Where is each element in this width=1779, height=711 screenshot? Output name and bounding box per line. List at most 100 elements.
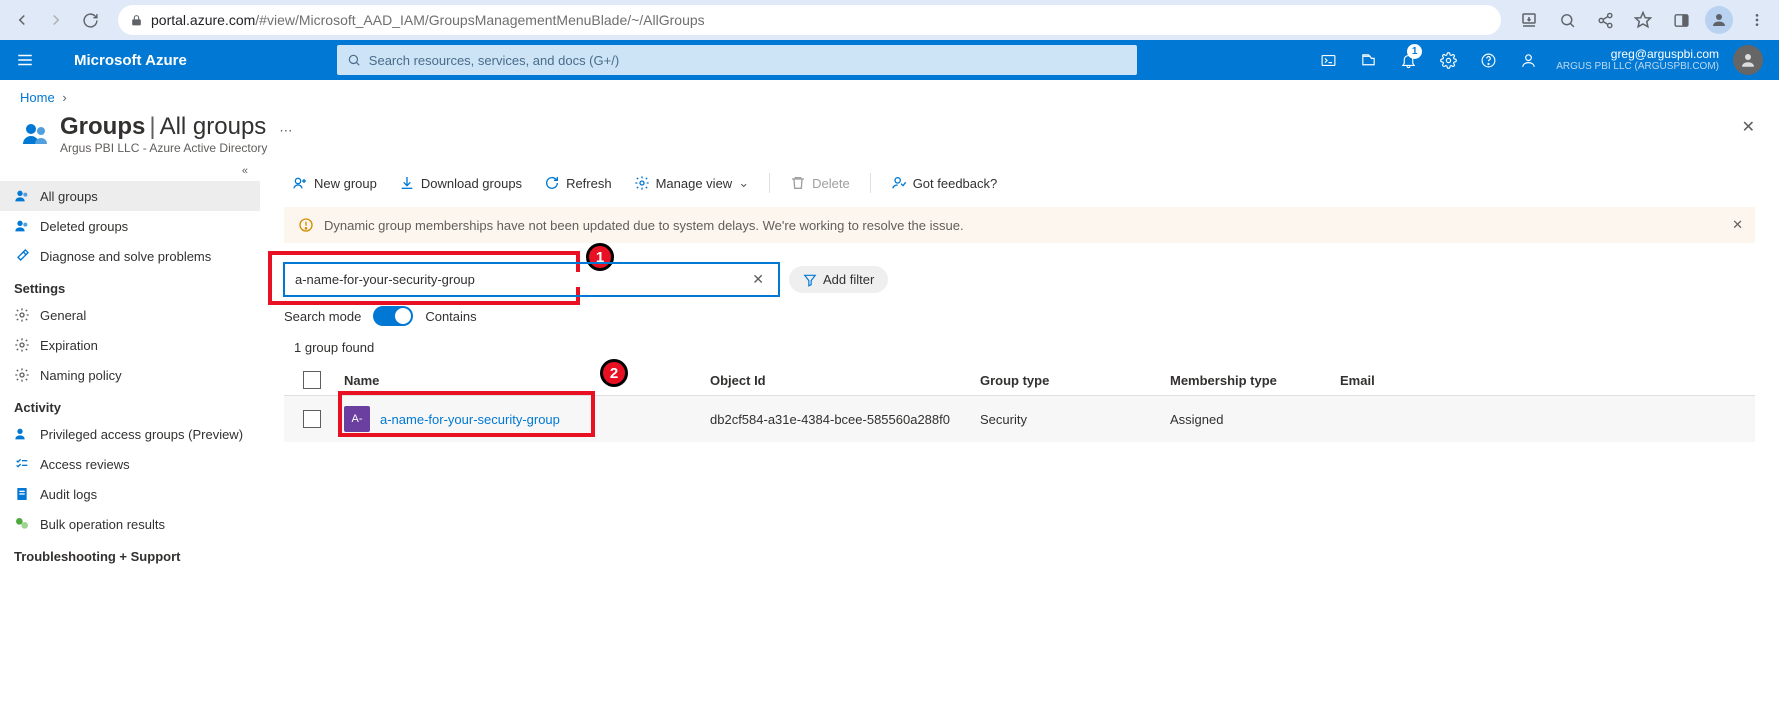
- close-blade-button[interactable]: ✕: [1742, 117, 1755, 137]
- search-mode-value: Contains: [425, 309, 476, 324]
- filter-icon: [803, 273, 817, 287]
- user-avatar[interactable]: [1733, 45, 1763, 75]
- toolbar-label: Got feedback?: [913, 176, 998, 191]
- page-title-sub: All groups: [160, 113, 267, 140]
- back-button[interactable]: [8, 6, 36, 34]
- people-icon: [14, 426, 30, 442]
- cloud-shell-button[interactable]: [1308, 40, 1348, 80]
- sidebar-item-diagnose[interactable]: Diagnose and solve problems: [0, 241, 260, 271]
- clear-search-button[interactable]: ✕: [748, 271, 768, 288]
- column-header-grouptype[interactable]: Group type: [980, 373, 1170, 388]
- page-header: Groups|All groups Argus PBI LLC - Azure …: [0, 109, 1779, 163]
- cell-grouptype: Security: [980, 412, 1170, 427]
- group-avatar: A-: [344, 406, 370, 432]
- people-icon: [14, 218, 30, 234]
- browser-actions: [1515, 6, 1771, 34]
- sidebar-item-expiration[interactable]: Expiration: [0, 330, 260, 360]
- trash-icon: [790, 175, 806, 191]
- sidebar-section-activity: Activity: [0, 390, 260, 419]
- sidebar-item-label: Expiration: [40, 338, 98, 353]
- result-count: 1 group found: [284, 334, 1755, 365]
- checklist-icon: [14, 456, 30, 472]
- add-filter-label: Add filter: [823, 272, 874, 287]
- brand-label[interactable]: Microsoft Azure: [74, 52, 187, 69]
- filter-row: 1 ✕ Add filter: [284, 263, 1755, 296]
- feedback-icon-button[interactable]: [1508, 40, 1548, 80]
- feedback-button[interactable]: Got feedback?: [883, 171, 1006, 195]
- gear-icon: [634, 175, 650, 191]
- profile-button[interactable]: [1705, 6, 1733, 34]
- download-groups-button[interactable]: Download groups: [391, 171, 530, 195]
- directories-button[interactable]: [1348, 40, 1388, 80]
- reload-button[interactable]: [76, 6, 104, 34]
- groups-table: Name Object Id Group type Membership typ…: [284, 365, 1755, 442]
- url-bar[interactable]: portal.azure.com/#view/Microsoft_AAD_IAM…: [118, 5, 1501, 35]
- page-subtitle: Argus PBI LLC - Azure Active Directory: [60, 141, 267, 155]
- share-button[interactable]: [1591, 6, 1619, 34]
- breadcrumb: Home ›: [0, 80, 1779, 109]
- sidebar-item-deleted-groups[interactable]: Deleted groups: [0, 211, 260, 241]
- delete-button: Delete: [782, 171, 858, 195]
- select-all-checkbox[interactable]: [303, 371, 321, 389]
- column-header-email[interactable]: Email: [1340, 373, 1755, 388]
- toolbar-label: Manage view: [656, 176, 733, 191]
- help-button[interactable]: [1468, 40, 1508, 80]
- hamburger-menu[interactable]: [16, 51, 34, 69]
- feedback-icon: [891, 175, 907, 191]
- gear-icon: [14, 367, 30, 383]
- sidebar-item-label: General: [40, 308, 86, 323]
- sidebar-item-bulk-results[interactable]: Bulk operation results: [0, 509, 260, 539]
- sidebar-item-label: Access reviews: [40, 457, 130, 472]
- menu-button[interactable]: [1743, 6, 1771, 34]
- chevron-down-icon: ⌄: [738, 175, 749, 191]
- manage-view-button[interactable]: Manage view ⌄: [626, 171, 758, 195]
- add-filter-button[interactable]: Add filter: [789, 266, 888, 293]
- forward-button: [42, 6, 70, 34]
- group-search-input[interactable]: [295, 272, 748, 287]
- alert-close-button[interactable]: ✕: [1732, 217, 1743, 233]
- column-header-membership[interactable]: Membership type: [1170, 373, 1340, 388]
- toolbar-label: Download groups: [421, 176, 522, 191]
- table-row[interactable]: A- a-name-for-your-security-group db2cf5…: [284, 396, 1755, 442]
- settings-button[interactable]: [1428, 40, 1468, 80]
- notifications-button[interactable]: 1: [1388, 40, 1428, 80]
- user-info[interactable]: greg@arguspbi.com ARGUS PBI LLC (ARGUSPB…: [1556, 47, 1727, 73]
- sidebar-section-settings: Settings: [0, 271, 260, 300]
- sidebar-item-access-reviews[interactable]: Access reviews: [0, 449, 260, 479]
- group-search-box[interactable]: ✕: [284, 263, 779, 296]
- sidebar-item-general[interactable]: General: [0, 300, 260, 330]
- sidepanel-button[interactable]: [1667, 6, 1695, 34]
- sidebar-collapse-button[interactable]: «: [0, 163, 260, 181]
- column-header-objectid[interactable]: Object Id: [710, 373, 980, 388]
- search-mode-toggle[interactable]: [373, 306, 413, 326]
- table-header: Name Object Id Group type Membership typ…: [284, 365, 1755, 396]
- toolbar-separator: [769, 173, 770, 193]
- sidebar-item-all-groups[interactable]: All groups: [0, 181, 260, 211]
- gear-icon: [14, 307, 30, 323]
- sidebar-item-audit-logs[interactable]: Audit logs: [0, 479, 260, 509]
- global-search[interactable]: [337, 45, 1137, 75]
- install-button[interactable]: [1515, 6, 1543, 34]
- lock-icon: [130, 14, 143, 27]
- sidebar-item-label: Audit logs: [40, 487, 97, 502]
- more-actions-button[interactable]: ⋯: [279, 123, 293, 139]
- sidebar-item-privileged-access[interactable]: Privileged access groups (Preview): [0, 419, 260, 449]
- sidebar-item-naming-policy[interactable]: Naming policy: [0, 360, 260, 390]
- global-search-input[interactable]: [369, 53, 1127, 68]
- sidebar-item-label: Naming policy: [40, 368, 122, 383]
- zoom-button[interactable]: [1553, 6, 1581, 34]
- sidebar-item-label: Deleted groups: [40, 219, 128, 234]
- info-icon: [298, 217, 314, 233]
- row-checkbox[interactable]: [303, 410, 321, 428]
- breadcrumb-home[interactable]: Home: [20, 90, 55, 105]
- cell-objectid: db2cf584-a31e-4384-bcee-585560a288f0: [710, 412, 980, 427]
- bookmark-button[interactable]: [1629, 6, 1657, 34]
- group-name-link[interactable]: a-name-for-your-security-group: [380, 412, 560, 427]
- refresh-button[interactable]: Refresh: [536, 171, 620, 195]
- cell-membership: Assigned: [1170, 412, 1340, 427]
- column-header-name[interactable]: Name: [340, 373, 710, 388]
- toolbar-label: New group: [314, 176, 377, 191]
- sidebar-item-label: Diagnose and solve problems: [40, 249, 211, 264]
- new-group-button[interactable]: New group: [284, 171, 385, 195]
- toolbar-label: Delete: [812, 176, 850, 191]
